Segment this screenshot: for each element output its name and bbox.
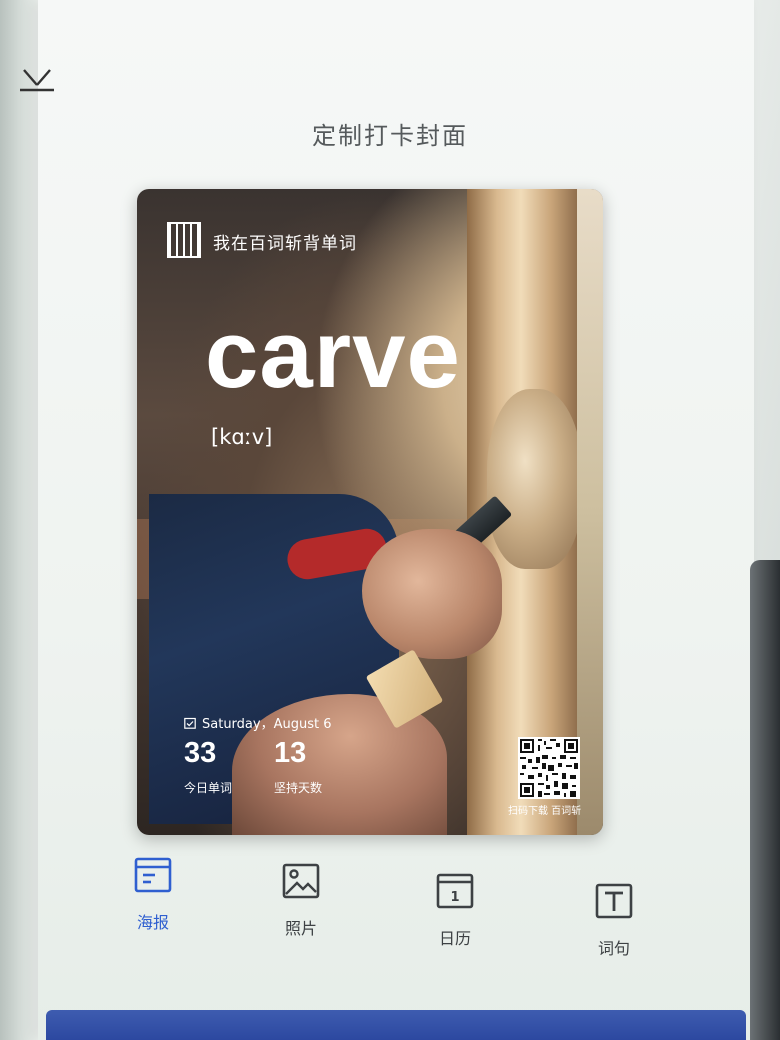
device-edge-left xyxy=(0,0,40,1040)
collapse-button[interactable] xyxy=(16,66,58,96)
svg-text:1: 1 xyxy=(450,890,459,905)
streak-days-value: 13 xyxy=(274,737,307,769)
calendar-icon: 1 xyxy=(436,873,474,909)
today-words-label: 今日单词 xyxy=(184,781,233,795)
background-wall xyxy=(577,189,603,835)
tab-photo-label: 照片 xyxy=(284,919,317,938)
device-edge-right xyxy=(750,560,780,1040)
today-words-value: 33 xyxy=(184,737,217,769)
date-row: Saturday，August 6 xyxy=(184,713,331,732)
word-headline: carve xyxy=(205,301,461,408)
cover-type-tabbar: 海报 照片 1 日历 词句 xyxy=(100,855,680,965)
qr-caption: 扫码下载 百词斩 xyxy=(508,806,582,817)
text-icon xyxy=(595,883,633,919)
carved-ornament xyxy=(487,389,582,569)
qr-code xyxy=(518,737,580,799)
tab-poster-label: 海报 xyxy=(136,913,169,932)
tab-sentence-label: 词句 xyxy=(597,939,630,958)
collapse-down-icon xyxy=(20,69,54,92)
page-title: 定制打卡封面 xyxy=(312,122,468,150)
poster-preview[interactable]: 我在百词斩背单词 carve [kɑːv] Saturday，August 6 … xyxy=(137,189,603,835)
tab-sentence[interactable]: 词句 xyxy=(574,881,654,959)
brand-logo xyxy=(167,222,201,258)
date-text: Saturday，August 6 xyxy=(202,717,332,732)
carver-hand-upper xyxy=(362,529,502,659)
tab-photo[interactable]: 照片 xyxy=(261,861,341,939)
photo-icon xyxy=(282,863,320,899)
poster-icon xyxy=(134,857,172,893)
brand-text: 我在百词斩背单词 xyxy=(213,234,357,254)
word-phonetic: [kɑːv] xyxy=(211,425,273,449)
tab-calendar-label: 日历 xyxy=(438,929,471,948)
calendar-check-icon xyxy=(184,717,196,729)
tab-poster[interactable]: 海报 xyxy=(113,855,193,933)
streak-days-label: 坚持天数 xyxy=(274,781,323,795)
streak-days-stat: 13 坚持天数 xyxy=(274,739,322,796)
today-words-stat: 33 今日单词 xyxy=(184,739,232,796)
bottom-bar xyxy=(46,1010,746,1040)
tab-calendar[interactable]: 1 日历 xyxy=(415,871,495,949)
